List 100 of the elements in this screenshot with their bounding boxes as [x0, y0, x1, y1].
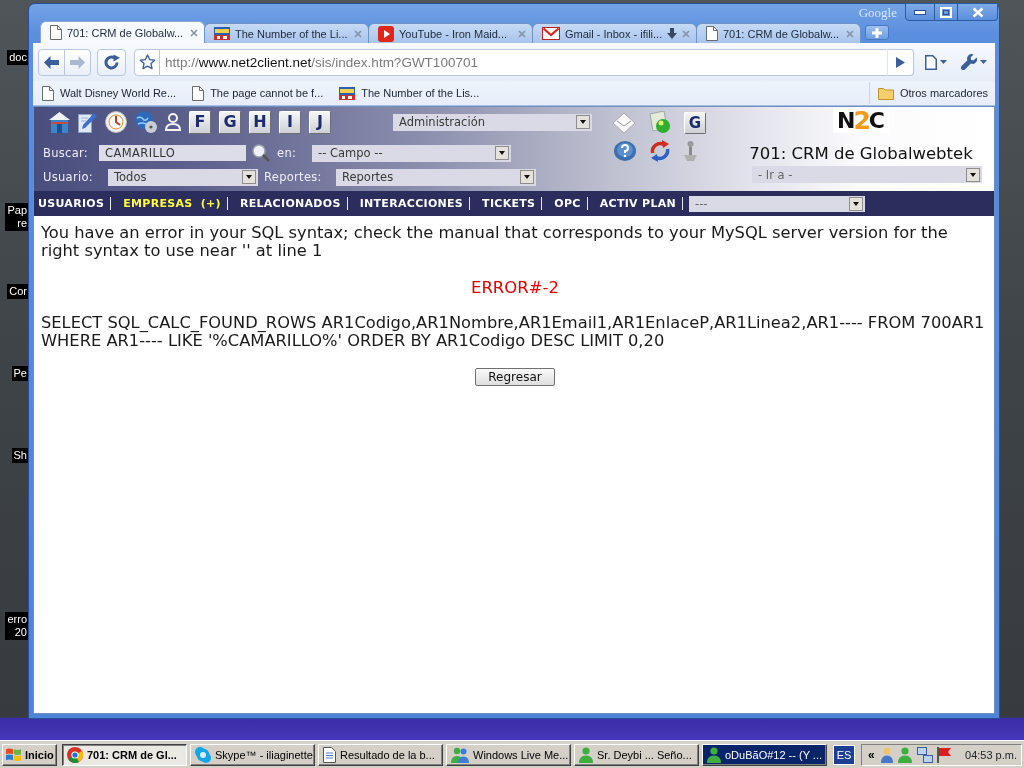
- letter-button[interactable]: H: [249, 110, 271, 134]
- browser-tab[interactable]: 701: CRM de Globalw...: [696, 23, 861, 43]
- close-icon: [354, 29, 362, 38]
- desktop-icon-label[interactable]: Pap re: [5, 203, 28, 231]
- help-icon: [614, 140, 636, 161]
- star-icon: [138, 54, 156, 70]
- page-icon: [706, 26, 718, 41]
- page-icon: [192, 85, 205, 101]
- browser-tab[interactable]: Gmail - Inbox - ifili...: [532, 23, 697, 43]
- field-dropdown[interactable]: -- Campo --: [312, 144, 511, 162]
- browser-tab[interactable]: The Number of the Li...: [204, 23, 369, 43]
- play-icon: [896, 56, 905, 68]
- menu-link[interactable]: EMPRESAS (+): [111, 197, 228, 210]
- address-field[interactable]: http://www.net2client.net/sis/index.htm?GWT100701: [160, 48, 887, 76]
- taskbar-button[interactable]: Sr. Deybi ... Seño...: [574, 743, 699, 766]
- notepad-icon: [78, 111, 97, 133]
- go-button[interactable]: [887, 48, 914, 76]
- menu-link[interactable]: OPC: [542, 197, 588, 210]
- other-bookmarks-button[interactable]: Otros marcadores: [877, 86, 988, 100]
- menu-link[interactable]: ACTIV PLAN: [587, 197, 684, 210]
- play-icon: [378, 25, 394, 42]
- menu-link[interactable]: INTERACCIONES: [347, 197, 471, 210]
- envelope-icon: [612, 112, 636, 134]
- language-indicator[interactable]: ES: [833, 744, 855, 765]
- person-icon: [579, 746, 593, 763]
- reload-icon: [103, 54, 120, 70]
- search-icon: [252, 144, 270, 162]
- wrench-icon: [961, 54, 977, 70]
- field-label: en:: [277, 146, 298, 160]
- menu-dropdown[interactable]: ---: [689, 195, 866, 212]
- user-icon: [165, 113, 181, 131]
- search-field[interactable]: CAMARILLO: [99, 145, 246, 161]
- tray-expand-button[interactable]: «: [866, 748, 877, 761]
- person-icon: [880, 746, 893, 763]
- taskbar-button[interactable]: Windows Live Me...: [446, 743, 571, 766]
- round-logo-icon: [67, 746, 83, 763]
- user-dropdown[interactable]: Todos: [108, 168, 258, 186]
- desktop-icon-label[interactable]: Cor: [7, 284, 28, 299]
- menu-link[interactable]: RELACIONADOS: [227, 197, 348, 210]
- desktop-icon-label[interactable]: Sh: [11, 448, 28, 463]
- people-icon: [451, 746, 469, 763]
- close-icon: [682, 29, 691, 38]
- desktop-icon-label[interactable]: Pe: [11, 366, 28, 381]
- bookmark-link[interactable]: The page cannot be f...: [192, 85, 324, 101]
- start-button[interactable]: Inicio: [2, 743, 57, 766]
- reports-label: Reportes:: [264, 170, 323, 184]
- error-code: ERROR#-2: [470, 278, 560, 298]
- maximize-button[interactable]: [935, 3, 958, 21]
- letter-button[interactable]: G: [684, 112, 706, 134]
- picture-icon: [339, 86, 356, 100]
- user-label: Usuario:: [43, 170, 94, 184]
- bookmark-link[interactable]: The Number of the Lis...: [339, 86, 480, 100]
- caret-icon: [940, 60, 947, 64]
- envelope-icon: [542, 27, 560, 40]
- desktop-icon-label[interactable]: doc: [7, 50, 28, 65]
- globe-icon: [135, 111, 157, 133]
- taskbar-button[interactable]: Skype™ - iliaginette: [190, 743, 315, 766]
- house-icon: [49, 111, 70, 133]
- letter-button[interactable]: G: [219, 110, 241, 134]
- menu-link[interactable]: USUARIOS: [38, 197, 112, 210]
- bookmark-star-button[interactable]: [134, 48, 160, 76]
- module-dropdown[interactable]: Administración: [393, 113, 592, 131]
- new-tab-button[interactable]: [865, 25, 889, 40]
- close-button[interactable]: [958, 3, 998, 21]
- taskbar-button[interactable]: 701: CRM de Gl...: [62, 743, 187, 766]
- taskbar-button[interactable]: Resultado de la b...: [318, 743, 443, 766]
- reload-button[interactable]: [97, 48, 126, 76]
- menu-link[interactable]: TICKETS: [470, 197, 543, 210]
- joystick-icon: [684, 140, 697, 161]
- bookmark-link[interactable]: Walt Disney World Re...: [42, 85, 177, 101]
- back-button[interactable]: [38, 48, 65, 76]
- minimize-button[interactable]: [905, 3, 935, 21]
- refresh-icon: [648, 139, 672, 162]
- taskbar-button[interactable]: oDuBãO#12 -- (Y ...: [702, 743, 827, 766]
- document-icon: [323, 746, 336, 763]
- browser-tab[interactable]: YouTube - Iron Maid...: [368, 23, 533, 43]
- person-icon: [707, 746, 721, 763]
- picture-icon: [214, 27, 230, 40]
- browser-tab[interactable]: 701: CRM de Globalw...: [40, 21, 205, 43]
- error-message: You have an error in your SQL syntax; check the manual that corresponds to your MySQL server version for the right syntax to use near '' at line 1: [41, 224, 949, 260]
- sql-query: SELECT SQL_CALC_FOUND_ROWS AR1Codigo,AR1Nombre,AR1Email1,AR1EnlaceP,AR1Linea2,AR1---- FROM 700AR1 WHERE AR1---- LIKE '%CAMARILLO%' ORDER BY AR1Codigo DESC LIMIT 0,20: [41, 314, 986, 350]
- minimize-icon: [914, 9, 926, 15]
- frame-brand-text: Google: [858, 5, 897, 20]
- close-icon: [846, 29, 854, 38]
- desktop-icon-label[interactable]: erro 20: [5, 612, 28, 640]
- letter-button[interactable]: J: [309, 110, 331, 134]
- flag-icon: [6, 748, 21, 761]
- letter-button[interactable]: F: [189, 110, 211, 134]
- letter-button[interactable]: I: [279, 110, 301, 134]
- close-icon: [190, 28, 198, 37]
- goto-dropdown[interactable]: - Ir a -: [752, 166, 982, 183]
- flag-icon: [936, 746, 951, 763]
- cloud-icon: [195, 746, 211, 763]
- return-button[interactable]: Regresar: [475, 368, 555, 386]
- page-icon: [50, 25, 62, 40]
- back-arrow-icon: [44, 55, 59, 69]
- reports-dropdown[interactable]: Reportes: [336, 168, 536, 186]
- page-icon: [42, 85, 54, 101]
- network-icon: [916, 746, 933, 763]
- close-icon: [971, 6, 984, 18]
